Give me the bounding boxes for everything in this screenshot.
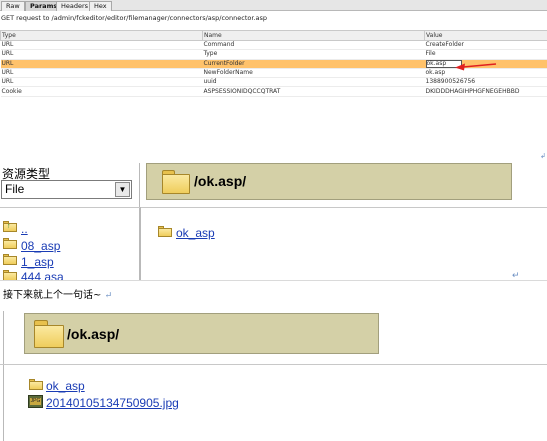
current-path: /ok.asp/ <box>194 173 247 189</box>
caption-text: 接下来就上个一句话~ ↵ <box>3 286 112 301</box>
folder-icon <box>34 320 64 348</box>
folder-icon <box>3 254 17 265</box>
folder-icon <box>3 238 17 249</box>
resource-type-value: File <box>5 182 25 196</box>
param-name: Type <box>202 49 425 60</box>
folder-tree-pane-edge <box>0 311 4 441</box>
param-value[interactable]: File <box>424 49 547 60</box>
divider <box>0 207 547 208</box>
param-name: NewFolderName <box>202 68 425 79</box>
jpg-file-icon-label: JPG <box>30 398 41 405</box>
param-value[interactable]: 1388900526756 <box>424 77 547 88</box>
param-name: CurrentFolder <box>202 59 425 69</box>
folder-link-parent[interactable]: .. <box>21 222 28 236</box>
parent-folder-icon[interactable]: ↑ <box>3 221 17 232</box>
folder-link-ok-asp[interactable]: ok_asp <box>46 379 85 393</box>
divider <box>0 364 547 365</box>
param-type: URL <box>0 49 203 60</box>
folder-icon <box>29 379 43 390</box>
current-folder-bar: /ok.asp/ <box>146 163 512 200</box>
return-mark: ↲ <box>540 152 546 160</box>
tab-raw[interactable]: Raw <box>1 1 25 11</box>
file-link-jpg[interactable]: 20140105134750905.jpg <box>46 396 179 410</box>
param-type: URL <box>0 40 203 51</box>
caption-sentence: 接下来就上个一句话~ <box>3 290 102 301</box>
resource-type-select[interactable]: File ▼ <box>1 180 132 199</box>
params-header-row: Type Name Value <box>0 30 547 41</box>
table-row[interactable]: URL Type File <box>0 49 547 60</box>
param-value[interactable]: CreateFolder <box>424 40 547 51</box>
section-divider <box>0 280 547 281</box>
column-header-name[interactable]: Name <box>202 30 425 41</box>
column-header-type[interactable]: Type <box>0 30 203 41</box>
red-arrow-icon <box>455 63 497 71</box>
param-type: URL <box>0 77 203 88</box>
clipped-row: 444 asa <box>0 268 140 280</box>
return-mark: ↵ <box>512 270 520 280</box>
jpg-file-icon: JPG <box>28 395 43 408</box>
chevron-down-icon[interactable]: ▼ <box>115 182 130 197</box>
folder-link-08-asp[interactable]: 08_asp <box>21 239 60 253</box>
param-type: URL <box>0 59 203 69</box>
param-name: ASPSESSIONIDQCCQTRAT <box>202 86 425 97</box>
param-name: uuid <box>202 77 425 88</box>
folder-icon <box>158 226 172 237</box>
param-type: URL <box>0 68 203 79</box>
folder-icon <box>162 170 190 194</box>
current-folder-bar-2: /ok.asp/ <box>24 313 379 354</box>
request-title: GET request to /admin/fckeditor/editor/f… <box>1 14 267 22</box>
param-type: Cookie <box>0 86 203 97</box>
request-tab-bar: Raw Params Headers Hex <box>0 0 547 11</box>
table-row[interactable]: URL Command CreateFolder <box>0 40 547 51</box>
param-name: Command <box>202 40 425 51</box>
return-mark: ↵ <box>104 291 113 301</box>
table-row[interactable]: URL uuid 1388900526756 <box>0 77 547 88</box>
tab-headers[interactable]: Headers <box>56 1 94 11</box>
request-params-panel: Raw Params Headers Hex GET request to /a… <box>0 0 547 160</box>
folder-icon <box>3 270 17 280</box>
column-header-value[interactable]: Value <box>424 30 547 41</box>
folder-link-1-asp[interactable]: 1_asp <box>21 255 54 269</box>
table-row[interactable]: Cookie ASPSESSIONIDQCCQTRAT DKIDDDHAGIHP… <box>0 86 547 97</box>
tab-hex[interactable]: Hex <box>89 1 112 11</box>
folder-link-444-asa[interactable]: 444 asa <box>21 270 64 280</box>
folder-link-ok-asp[interactable]: ok_asp <box>176 226 215 240</box>
file-manager-view-1: 资源类型 File ▼ /ok.asp/ <box>0 163 547 281</box>
pane-divider <box>140 207 141 281</box>
current-path: /ok.asp/ <box>67 326 120 342</box>
param-value[interactable]: DKIDDDHAGIHPHGFNEGEHBBD <box>424 86 547 97</box>
